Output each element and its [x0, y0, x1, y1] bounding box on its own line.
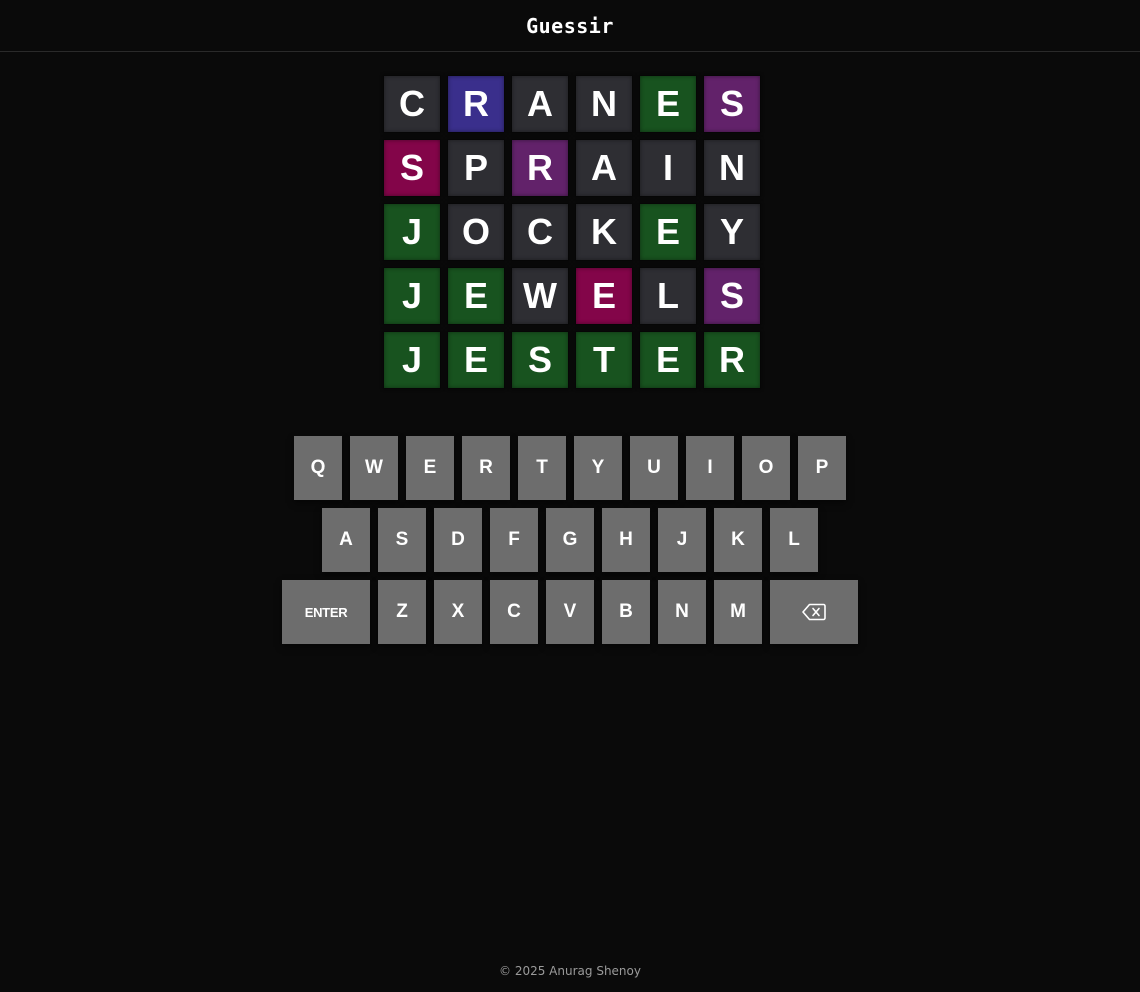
key-r[interactable]: R — [462, 436, 510, 500]
key-m[interactable]: M — [714, 580, 762, 644]
tile-correct: S — [512, 332, 568, 388]
key-t[interactable]: T — [518, 436, 566, 500]
tile-correct: J — [384, 204, 440, 260]
key-a[interactable]: A — [322, 508, 370, 572]
tile-blue: R — [448, 76, 504, 132]
tile-absent: I — [640, 140, 696, 196]
key-d[interactable]: D — [434, 508, 482, 572]
tile-absent: K — [576, 204, 632, 260]
key-w[interactable]: W — [350, 436, 398, 500]
tile-correct: E — [640, 332, 696, 388]
tile-absent: N — [576, 76, 632, 132]
keyboard-row-3: ENTER Z X C V B N M — [282, 580, 858, 644]
key-u[interactable]: U — [630, 436, 678, 500]
backspace-icon — [802, 603, 826, 621]
key-o[interactable]: O — [742, 436, 790, 500]
tile-absent: L — [640, 268, 696, 324]
key-c[interactable]: C — [490, 580, 538, 644]
enter-key[interactable]: ENTER — [282, 580, 370, 644]
tile-absent: C — [512, 204, 568, 260]
game-board: CRANESSPRAINJOCKEYJEWELSJESTER — [384, 76, 760, 388]
tile-absent: Y — [704, 204, 760, 260]
board-row-2: SPRAIN — [384, 140, 760, 196]
key-n[interactable]: N — [658, 580, 706, 644]
tile-absent: W — [512, 268, 568, 324]
key-s[interactable]: S — [378, 508, 426, 572]
board-row-1: CRANES — [384, 76, 760, 132]
tile-correct: E — [448, 268, 504, 324]
keyboard-row-2: ASDFGHJKL — [322, 508, 818, 572]
key-q[interactable]: Q — [294, 436, 342, 500]
key-g[interactable]: G — [546, 508, 594, 572]
board-row-5: JESTER — [384, 332, 760, 388]
header: Guessir — [0, 0, 1140, 52]
key-y[interactable]: Y — [574, 436, 622, 500]
key-p[interactable]: P — [798, 436, 846, 500]
tile-magenta: E — [576, 268, 632, 324]
key-l[interactable]: L — [770, 508, 818, 572]
tile-absent: A — [512, 76, 568, 132]
key-b[interactable]: B — [602, 580, 650, 644]
tile-correct: J — [384, 332, 440, 388]
tile-absent: C — [384, 76, 440, 132]
tile-purple: S — [704, 76, 760, 132]
key-f[interactable]: F — [490, 508, 538, 572]
tile-correct: T — [576, 332, 632, 388]
tile-magenta: S — [384, 140, 440, 196]
tile-absent: P — [448, 140, 504, 196]
footer-copyright: © 2025 Anurag Shenoy — [499, 964, 641, 978]
tile-absent: A — [576, 140, 632, 196]
key-h[interactable]: H — [602, 508, 650, 572]
tile-absent: N — [704, 140, 760, 196]
on-screen-keyboard: Q W E R T Y U I O P A S D F G H J K L ENTER Z X C V B N M — [0, 436, 1140, 644]
tile-absent: O — [448, 204, 504, 260]
game-page: Guessir CRANESSPRAINJOCKEYJEWELSJESTER Q… — [0, 0, 1140, 992]
keyboard-row-1: QWERTYUIOP — [294, 436, 846, 500]
key-j[interactable]: J — [658, 508, 706, 572]
backspace-key[interactable] — [770, 580, 858, 644]
app-title: Guessir — [526, 13, 614, 38]
tile-correct: E — [640, 76, 696, 132]
key-v[interactable]: V — [546, 580, 594, 644]
tile-purple: R — [512, 140, 568, 196]
key-i[interactable]: I — [686, 436, 734, 500]
tile-correct: E — [448, 332, 504, 388]
key-x[interactable]: X — [434, 580, 482, 644]
board-row-3: JOCKEY — [384, 204, 760, 260]
board-row-4: JEWELS — [384, 268, 760, 324]
tile-correct: R — [704, 332, 760, 388]
key-k[interactable]: K — [714, 508, 762, 572]
tile-correct: E — [640, 204, 696, 260]
tile-correct: J — [384, 268, 440, 324]
tile-purple: S — [704, 268, 760, 324]
key-z[interactable]: Z — [378, 580, 426, 644]
key-e[interactable]: E — [406, 436, 454, 500]
